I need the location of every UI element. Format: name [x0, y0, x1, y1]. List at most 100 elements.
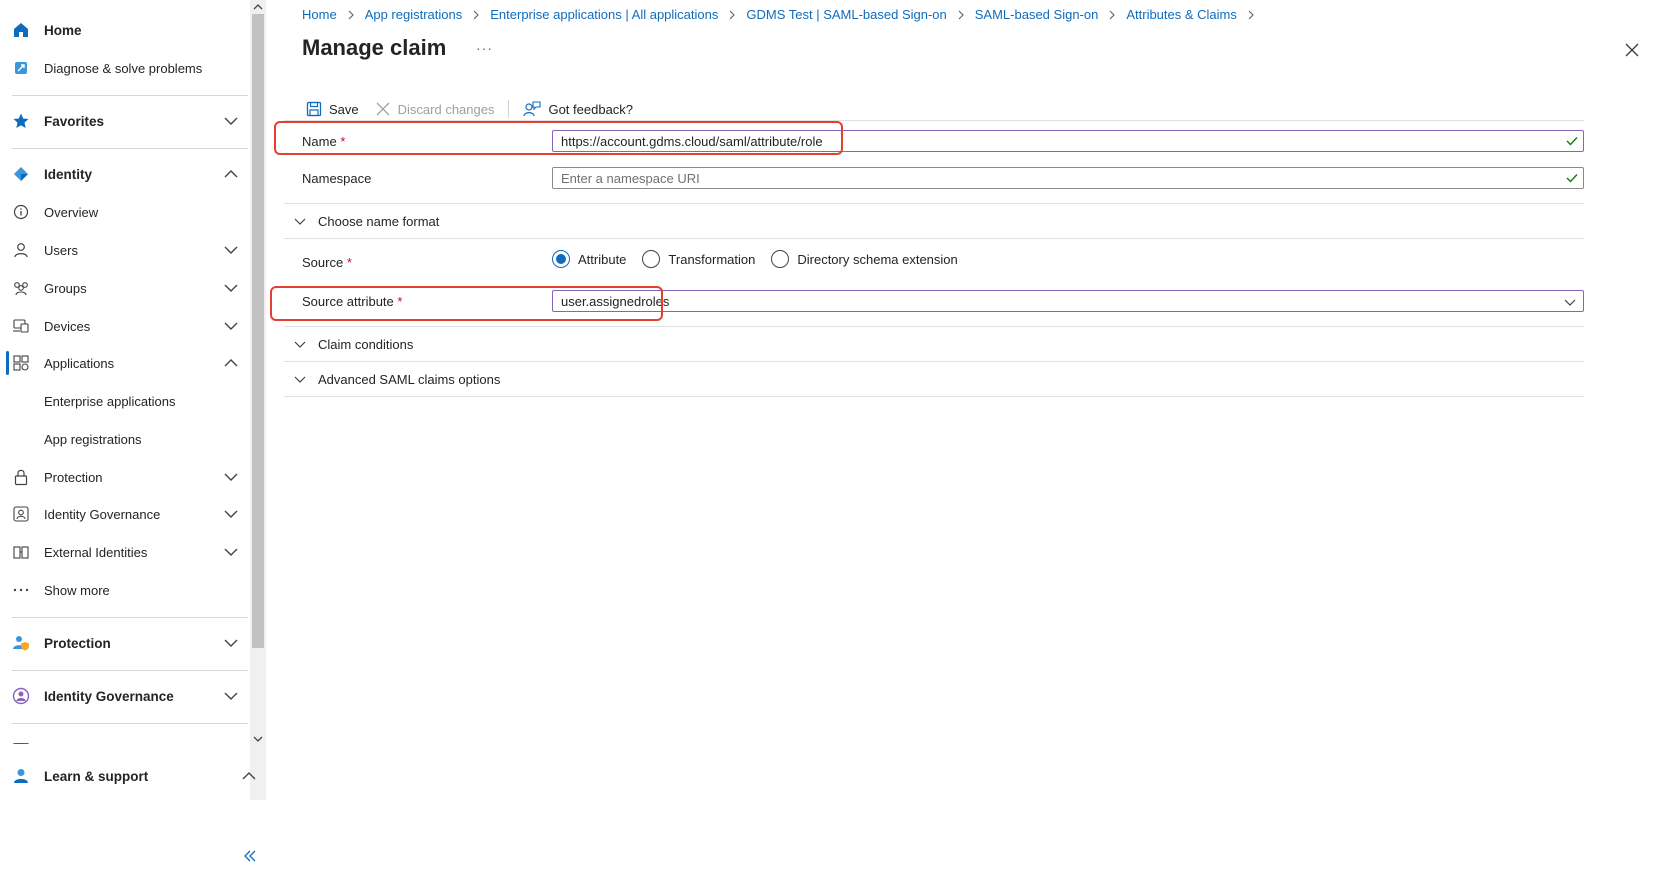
chevron-right-icon: [1248, 10, 1254, 19]
sidebar-item-favorites[interactable]: Favorites: [0, 103, 250, 139]
more-options-button[interactable]: ···: [476, 40, 493, 56]
sidebar-item-show-more[interactable]: Show more: [0, 572, 250, 608]
nav-divider: [12, 670, 248, 671]
sidebar-item-protection-sub[interactable]: Protection: [0, 459, 250, 495]
sidebar-item-protection[interactable]: Protection: [0, 625, 250, 661]
chevron-down-icon: [294, 218, 306, 225]
sidebar-footer: Learn & support: [0, 769, 266, 881]
sidebar-item-overview[interactable]: Overview: [0, 194, 250, 230]
nav-scroll-area: Home Diagnose & solve problems Favorites…: [0, 0, 250, 800]
sidebar-item-devices[interactable]: Devices: [0, 308, 250, 344]
identity-diamond-icon: [12, 165, 30, 183]
discard-changes-button[interactable]: Discard changes: [371, 96, 499, 122]
chevron-down-icon: [224, 322, 238, 330]
sidebar-item-learn-support[interactable]: Learn & support: [0, 758, 266, 794]
sidebar-item-app-registrations[interactable]: App registrations: [0, 421, 250, 457]
governance-icon: [12, 505, 30, 523]
radio-circle: [771, 250, 790, 268]
sidebar-item-home[interactable]: Home: [0, 12, 250, 48]
chevron-down-icon: [224, 692, 238, 700]
groups-icon: [12, 279, 30, 297]
source-label: Source *: [302, 255, 352, 270]
name-label: Name *: [302, 134, 346, 149]
user-icon: [12, 241, 30, 259]
scroll-down-arrow-icon[interactable]: [253, 734, 263, 744]
divider: [284, 120, 1584, 121]
left-navigation: Home Diagnose & solve problems Favorites…: [0, 0, 266, 881]
namespace-input[interactable]: [552, 167, 1584, 189]
chevron-up-icon: [242, 772, 256, 780]
chevron-right-icon: [729, 10, 736, 19]
nav-divider: [12, 148, 248, 149]
radio-attribute[interactable]: Attribute: [552, 250, 626, 268]
chevron-up-icon: [224, 170, 238, 178]
scrollbar-thumb[interactable]: [252, 14, 264, 648]
sidebar-item-external-identities[interactable]: External Identities: [0, 534, 250, 570]
sidebar-item-users[interactable]: Users: [0, 232, 250, 268]
breadcrumb-saml-sign-on[interactable]: SAML-based Sign-on: [975, 7, 1099, 22]
chevron-right-icon: [473, 10, 480, 19]
nav-divider: [12, 95, 248, 96]
chevron-down-icon: [294, 376, 306, 383]
chevron-right-icon: [348, 10, 354, 19]
sidebar-item-identity-governance-sub[interactable]: Identity Governance: [0, 496, 250, 532]
radio-transformation[interactable]: Transformation: [642, 250, 755, 268]
feedback-button[interactable]: Got feedback?: [519, 96, 637, 122]
chevron-right-icon: [958, 10, 964, 19]
learn-support-icon: [12, 767, 30, 785]
main-panel: Home App registrations Enterprise applic…: [266, 0, 1658, 881]
sidebar-item-groups[interactable]: Groups: [0, 270, 250, 306]
star-icon: [12, 112, 30, 130]
scroll-up-arrow-icon[interactable]: [253, 2, 263, 12]
choose-name-format-expander[interactable]: Choose name format: [284, 204, 1566, 238]
radio-directory-schema-extension[interactable]: Directory schema extension: [771, 250, 958, 268]
info-icon: [12, 203, 30, 221]
chevron-down-icon: [224, 473, 238, 481]
command-bar: Save Discard changes Got feedback?: [302, 96, 637, 122]
source-radio-group: Attribute Transformation Directory schem…: [552, 250, 974, 268]
sidebar-scrollbar[interactable]: [250, 0, 266, 800]
chevron-down-icon: [222, 740, 240, 758]
claim-conditions-expander[interactable]: Claim conditions: [284, 327, 1566, 361]
chevron-down-icon: [224, 117, 238, 125]
advanced-saml-options-expander[interactable]: Advanced SAML claims options: [284, 362, 1566, 396]
chevron-down-icon: [294, 341, 306, 348]
chevron-right-icon: [1109, 10, 1116, 19]
breadcrumb-enterprise-applications[interactable]: Enterprise applications | All applicatio…: [490, 7, 718, 22]
radio-circle: [552, 250, 570, 268]
breadcrumb-gdms-test[interactable]: GDMS Test | SAML-based Sign-on: [746, 7, 946, 22]
devices-icon: [12, 317, 30, 335]
protection-user-icon: [12, 634, 30, 652]
radio-circle: [642, 250, 661, 268]
identity-governance-icon: [12, 687, 30, 705]
applications-grid-icon: [12, 354, 30, 372]
external-identities-icon: [12, 543, 30, 561]
collapse-sidebar-icon[interactable]: [242, 848, 258, 864]
sidebar-item-enterprise-applications[interactable]: Enterprise applications: [0, 383, 250, 419]
valid-checkmark-icon: [1566, 174, 1578, 183]
diagnose-icon: [12, 59, 30, 77]
chevron-down-icon: [224, 246, 238, 254]
toolbar-divider: [508, 100, 510, 118]
page-title: Manage claim: [302, 35, 447, 60]
chevron-down-icon: [1564, 299, 1576, 306]
sidebar-item-identity-governance[interactable]: Identity Governance: [0, 678, 250, 714]
name-input[interactable]: [552, 130, 1584, 152]
save-button[interactable]: Save: [302, 96, 363, 122]
breadcrumb-app-registrations[interactable]: App registrations: [365, 7, 463, 22]
sidebar-item-diagnose[interactable]: Diagnose & solve problems: [0, 50, 250, 86]
nav-divider: [12, 617, 248, 618]
chevron-down-icon: [224, 284, 238, 292]
close-icon[interactable]: [1624, 42, 1640, 58]
save-icon: [306, 101, 322, 117]
breadcrumb-attributes-claims[interactable]: Attributes & Claims: [1126, 7, 1237, 22]
verified-id-icon: [12, 740, 30, 744]
sidebar-item-identity[interactable]: Identity: [0, 156, 250, 192]
more-dots-icon: [12, 581, 30, 599]
sidebar-item-applications[interactable]: Applications: [0, 345, 250, 381]
namespace-label: Namespace: [302, 171, 372, 186]
source-attribute-dropdown[interactable]: user.assignedroles: [552, 290, 1584, 312]
lock-icon: [12, 468, 30, 486]
breadcrumb-home[interactable]: Home: [302, 7, 337, 22]
discard-x-icon: [376, 102, 390, 116]
